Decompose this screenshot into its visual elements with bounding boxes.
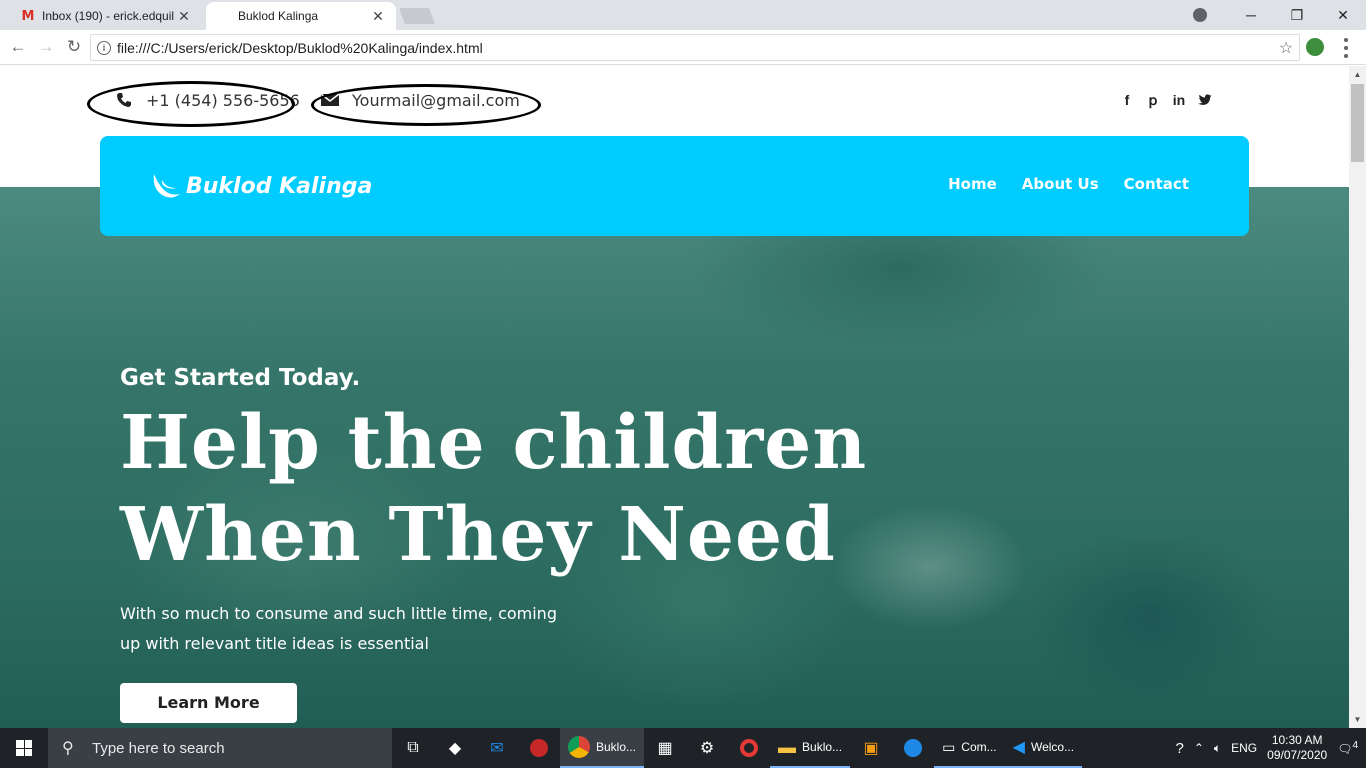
tab-close-icon[interactable]: ✕: [370, 8, 386, 25]
system-tray: ? ⌃ 🔈︎ ENG 10:30 AM 09/07/2020 🗨︎4: [1176, 728, 1366, 768]
email-contact[interactable]: Yourmail@gmail.com: [320, 90, 520, 110]
opera-icon[interactable]: [728, 728, 770, 768]
gmail-icon: M: [21, 8, 35, 24]
hero-title-line-2: When They Need: [120, 492, 836, 578]
brand-name: Buklod Kalinga: [186, 173, 373, 199]
phone-icon: [114, 90, 134, 110]
search-icon: ⚲: [62, 740, 74, 757]
page-scrollbar[interactable]: ▲ ▼: [1349, 66, 1366, 728]
tab-buklod-kalinga[interactable]: Buklod Kalinga ✕: [206, 2, 396, 30]
notification-icon[interactable]: 🗨︎4: [1337, 740, 1358, 756]
browser-tab-strip: M Inbox (190) - erick.edquil ✕ Buklod Ka…: [0, 0, 1366, 30]
reload-icon[interactable]: ↻: [62, 35, 86, 59]
browser-menu-icon[interactable]: [1338, 38, 1354, 58]
store-icon[interactable]: ▦: [644, 728, 686, 768]
main-nav: Home About Us Contact: [948, 175, 1189, 193]
windows-logo-icon: [16, 740, 32, 756]
clock-date: 09/07/2020: [1267, 748, 1328, 762]
scroll-down-icon[interactable]: ▼: [1349, 711, 1366, 728]
linkedin-icon[interactable]: in: [1172, 91, 1186, 109]
scrollbar-thumb[interactable]: [1351, 84, 1364, 162]
clock[interactable]: 10:30 AM 09/07/2020: [1267, 733, 1327, 763]
edge-icon[interactable]: [892, 728, 934, 768]
phone-number: +1 (454) 556-5656: [146, 90, 300, 110]
social-links: f 𝗉 in: [1120, 91, 1212, 109]
envelope-icon: [320, 90, 340, 110]
start-button[interactable]: [0, 728, 48, 768]
folder-icon: ▬: [778, 736, 797, 757]
taskbar-app-label: Com...: [961, 740, 997, 754]
hero-description: With so much to consume and such little …: [120, 604, 557, 653]
bookmark-star-icon[interactable]: ☆: [1273, 38, 1299, 58]
nav-about-us[interactable]: About Us: [1022, 175, 1099, 193]
tab-gmail[interactable]: M Inbox (190) - erick.edquil ✕: [10, 2, 202, 30]
phone-contact[interactable]: +1 (454) 556-5656: [114, 90, 300, 110]
nav-home[interactable]: Home: [948, 175, 997, 193]
site-navbar: Buklod Kalinga Home About Us Contact: [100, 136, 1249, 236]
scroll-up-icon[interactable]: ▲: [1349, 66, 1366, 83]
taskbar-app-label: Buklo...: [802, 740, 843, 754]
clock-time: 10:30 AM: [1271, 733, 1323, 747]
twitter-icon[interactable]: [1198, 91, 1212, 109]
close-window-button[interactable]: ✕: [1320, 0, 1366, 30]
taskbar-app-label: Buklo...: [596, 740, 637, 754]
page-icon: [216, 8, 232, 24]
account-icon[interactable]: [1190, 5, 1210, 25]
mail-icon[interactable]: ✉: [476, 728, 518, 768]
office-icon[interactable]: ▣: [850, 728, 892, 768]
tab-title: Inbox (190) - erick.edquil: [42, 9, 175, 23]
taskbar-app-chrome[interactable]: Buklo...: [560, 728, 645, 768]
restore-button[interactable]: ❐: [1274, 0, 1320, 30]
address-bar[interactable]: i file:///C:/Users/erick/Desktop/Buklod%…: [90, 34, 1300, 61]
page-viewport: +1 (454) 556-5656 Yourmail@gmail.com f 𝗉…: [0, 66, 1349, 728]
taskbar-app-vscode[interactable]: ◀ Welco...: [1004, 728, 1083, 768]
taskbar-search[interactable]: ⚲ Type here to search: [48, 728, 392, 768]
language-indicator[interactable]: ENG: [1231, 741, 1257, 755]
task-view-icon[interactable]: ⧉: [392, 728, 434, 768]
browser-toolbar: ← → ↻ i file:///C:/Users/erick/Desktop/B…: [0, 30, 1366, 65]
tab-close-icon[interactable]: ✕: [176, 8, 192, 25]
settings-app-icon[interactable]: ⚙: [686, 728, 728, 768]
new-tab-button[interactable]: [399, 8, 435, 24]
volume-icon[interactable]: 🔈︎: [1214, 741, 1221, 756]
forward-icon[interactable]: →: [34, 35, 58, 59]
taskbar-app-terminal[interactable]: ▭ Com...: [934, 728, 1005, 768]
taskbar-app-explorer[interactable]: ▬ Buklo...: [770, 728, 851, 768]
url-text[interactable]: file:///C:/Users/erick/Desktop/Buklod%20…: [117, 40, 1273, 56]
game-app-icon[interactable]: [518, 728, 560, 768]
help-icon[interactable]: ?: [1176, 740, 1184, 757]
minimize-button[interactable]: ─: [1228, 0, 1274, 30]
notification-count: 4: [1352, 740, 1358, 751]
terminal-icon: ▭: [942, 738, 956, 755]
search-placeholder: Type here to search: [92, 739, 225, 757]
brand-logo[interactable]: Buklod Kalinga: [150, 170, 372, 202]
hero-section: Get Started Today. Help the children Whe…: [0, 187, 1349, 728]
hero-title-line-1: Help the children: [120, 400, 868, 486]
dropbox-icon[interactable]: ◆: [434, 728, 476, 768]
nav-contact[interactable]: Contact: [1124, 175, 1189, 193]
hero-content: Get Started Today. Help the children Whe…: [120, 365, 867, 728]
email-address: Yourmail@gmail.com: [352, 90, 520, 110]
extension-icon[interactable]: [1306, 38, 1324, 56]
windows-taskbar: ⚲ Type here to search ⧉ ◆ ✉ Buklo... ▦ ⚙…: [0, 728, 1366, 768]
hero-title: Help the children When They Need: [120, 397, 867, 581]
facebook-icon[interactable]: f: [1120, 91, 1134, 109]
bird-logo-icon: [153, 174, 180, 198]
info-icon[interactable]: i: [97, 40, 111, 55]
hero-kicker: Get Started Today.: [120, 365, 361, 391]
vscode-icon: ◀: [1012, 739, 1025, 756]
learn-more-button[interactable]: Learn More: [120, 683, 297, 723]
taskbar-app-label: Welco...: [1030, 740, 1075, 754]
chrome-icon: [568, 736, 590, 758]
back-icon[interactable]: ←: [6, 35, 30, 59]
chevron-up-icon[interactable]: ⌃: [1194, 741, 1204, 755]
pinterest-icon[interactable]: 𝗉: [1146, 91, 1160, 109]
tab-title: Buklod Kalinga: [238, 9, 319, 23]
